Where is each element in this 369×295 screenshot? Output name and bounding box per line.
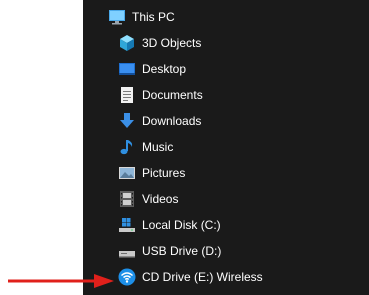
monitor-icon <box>108 8 126 26</box>
document-icon <box>118 86 136 104</box>
nav-item-pictures[interactable]: Pictures <box>118 162 185 184</box>
nav-item-label: USB Drive (D:) <box>142 244 222 258</box>
nav-item-label: Documents <box>142 88 203 102</box>
red-arrow-icon <box>8 274 114 288</box>
music-note-icon <box>118 138 136 156</box>
nav-item-label: Downloads <box>142 114 202 128</box>
nav-item-label: Videos <box>142 192 179 206</box>
nav-item-music[interactable]: Music <box>118 136 173 158</box>
nav-item-label: Local Disk (C:) <box>142 218 221 232</box>
nav-item-label: Music <box>142 140 174 154</box>
drive-icon <box>118 242 136 260</box>
navigation-pane: This PC 3D Objects Desktop Documents Dow… <box>83 0 369 295</box>
download-arrow-icon <box>118 112 136 130</box>
nav-item-label: Desktop <box>142 62 187 76</box>
desktop-folder-icon <box>118 60 136 78</box>
nav-item-label: This PC <box>132 10 175 24</box>
nav-item-local-disk-c[interactable]: Local Disk (C:) <box>118 214 221 236</box>
nav-item-3d-objects[interactable]: 3D Objects <box>118 32 201 54</box>
nav-item-downloads[interactable]: Downloads <box>118 110 201 132</box>
nav-item-label: Pictures <box>142 166 186 180</box>
nav-item-videos[interactable]: Videos <box>118 188 178 210</box>
nav-item-documents[interactable]: Documents <box>118 84 203 106</box>
cube-icon <box>118 34 136 52</box>
picture-icon <box>118 164 136 182</box>
nav-item-label: 3D Objects <box>142 36 202 50</box>
windows-drive-icon <box>118 216 136 234</box>
film-icon <box>118 190 136 208</box>
nav-item-usb-drive-d[interactable]: USB Drive (D:) <box>118 240 221 262</box>
nav-item-this-pc[interactable]: This PC <box>108 6 175 28</box>
nav-item-label: CD Drive (E:) Wireless <box>142 270 263 284</box>
nav-item-desktop[interactable]: Desktop <box>118 58 186 80</box>
screenshot: This PC 3D Objects Desktop Documents Dow… <box>0 0 369 295</box>
wireless-icon <box>118 268 136 286</box>
nav-item-cd-drive-e-wireless[interactable]: CD Drive (E:) Wireless <box>118 266 263 288</box>
